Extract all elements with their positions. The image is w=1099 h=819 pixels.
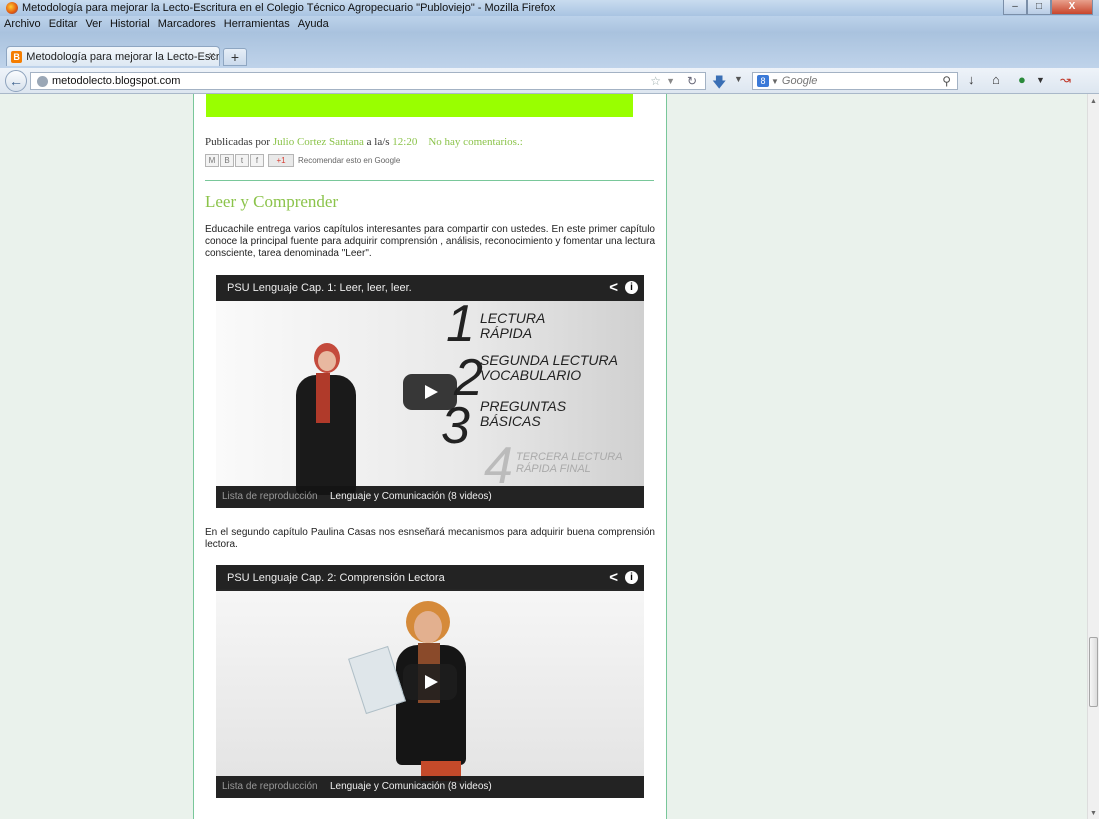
author-link[interactable]: Julio Cortez Santana <box>273 136 364 148</box>
playlist-label: Lista de reproducción <box>222 781 318 792</box>
playlist-name[interactable]: Lenguaje y Comunicación (8 videos) <box>330 781 492 792</box>
video-2-topbar: PSU Lenguaje Cap. 2: Comprensión Lectora… <box>216 565 644 591</box>
scroll-up-arrow-icon[interactable]: ▲ <box>1090 98 1097 105</box>
close-window-button[interactable]: X <box>1051 0 1093 15</box>
post-time-link[interactable]: 12:20 <box>392 136 417 148</box>
published-by-label: Publicadas por <box>205 136 271 148</box>
search-magnifier-icon[interactable]: ⚲ <box>942 73 951 89</box>
search-input[interactable] <box>781 75 922 87</box>
comments-link[interactable]: No hay comentarios.: <box>428 136 522 148</box>
menu-marcadores[interactable]: Marcadores <box>158 18 216 30</box>
window-titlebar: Metodología para mejorar la Lecto-Escrit… <box>0 0 1099 16</box>
maximize-button[interactable]: □ <box>1027 0 1051 15</box>
step-4-number: 4 <box>484 437 513 495</box>
blog-share-icon[interactable]: B <box>220 154 234 167</box>
green-banner <box>206 94 633 117</box>
share-icon[interactable]: < <box>609 279 618 296</box>
email-share-icon[interactable]: M <box>205 154 219 167</box>
post-paragraph-2: En el segundo capítulo Paulina Casas nos… <box>205 527 655 550</box>
play-button[interactable] <box>403 663 457 700</box>
download-arrow-icon[interactable]: 🡇 <box>712 72 726 96</box>
video-player-1[interactable]: 1 LECTURA RÁPIDA 2 SEGUNDA LECTURA VOCAB… <box>216 275 644 508</box>
presenter-figure <box>286 343 366 508</box>
home-icon[interactable]: ⌂ <box>992 72 1000 87</box>
menu-bar: Archivo Editar Ver Historial Marcadores … <box>0 16 1099 32</box>
reload-icon[interactable]: ↻ <box>687 73 697 89</box>
addon-dropdown-icon[interactable]: ▼ <box>1036 75 1045 85</box>
url-text[interactable]: metodolecto.blogspot.com <box>52 75 180 87</box>
video-1-title[interactable]: PSU Lenguaje Cap. 1: Leer, leer, leer. <box>227 282 412 294</box>
site-identity-icon[interactable] <box>37 75 48 87</box>
video-player-2[interactable]: PSU Lenguaje Cap. 2: Comprensión Lectora… <box>216 565 644 798</box>
addon-globe-icon[interactable]: ● <box>1018 72 1026 87</box>
video-2-playlist-bar[interactable]: Lista de reproducción Lenguaje y Comunic… <box>216 776 644 798</box>
url-dropdown-icon[interactable]: ▼ <box>666 73 675 89</box>
navigation-bar: ← metodolecto.blogspot.com ☆ ▼ ↻ 🡇 ▼ 8 ▼… <box>0 68 1099 94</box>
window-title: Metodología para mejorar la Lecto-Escrit… <box>22 2 556 14</box>
at-label: a la/s <box>366 136 390 148</box>
step-1-number: 1 <box>446 295 475 353</box>
share-buttons: M B t f +1 Recomendar esto en Google <box>205 154 400 167</box>
step-1-text: LECTURA RÁPIDA <box>480 310 546 341</box>
step-2-text: SEGUNDA LECTURA VOCABULARIO <box>480 352 618 383</box>
twitter-share-icon[interactable]: t <box>235 154 249 167</box>
video-2-title[interactable]: PSU Lenguaje Cap. 2: Comprensión Lectora <box>227 572 445 584</box>
menu-herramientas[interactable]: Herramientas <box>224 18 290 30</box>
menu-editar[interactable]: Editar <box>49 18 78 30</box>
search-engine-dropdown-icon[interactable]: ▼ <box>771 77 779 86</box>
playlist-name[interactable]: Lenguaje y Comunicación (8 videos) <box>330 491 492 502</box>
post-title[interactable]: Leer y Comprender <box>205 192 338 212</box>
play-button[interactable] <box>403 373 457 410</box>
back-button[interactable]: ← <box>5 70 27 92</box>
vertical-scrollbar[interactable]: ▲ ▼ <box>1087 94 1099 819</box>
firefox-logo-icon <box>6 2 18 14</box>
menu-archivo[interactable]: Archivo <box>4 18 41 30</box>
step-4-text: TERCERA LECTURA RÁPIDA FINAL <box>516 451 623 475</box>
tab-label: Metodología para mejorar la Lecto-Escri.… <box>26 50 219 63</box>
post-footer-meta: Publicadas por Julio Cortez Santana a la… <box>205 136 523 148</box>
tab-bar: B Metodología para mejorar la Lecto-Escr… <box>0 32 1099 68</box>
minimize-button[interactable]: – <box>1003 0 1027 15</box>
video-1-playlist-bar[interactable]: Lista de reproducción Lenguaje y Comunic… <box>216 486 644 508</box>
menu-historial[interactable]: Historial <box>110 18 150 30</box>
video-1-topbar: PSU Lenguaje Cap. 1: Leer, leer, leer. <… <box>216 275 644 301</box>
scroll-down-arrow-icon[interactable]: ▼ <box>1090 810 1097 817</box>
search-engine-icon[interactable]: 8 <box>757 75 769 87</box>
bookmark-star-icon[interactable]: ☆ <box>650 73 661 89</box>
scrollbar-thumb[interactable] <box>1089 637 1098 707</box>
download-dropdown-icon[interactable]: ▼ <box>734 74 743 84</box>
tab-close-button[interactable]: × <box>209 50 215 62</box>
search-bar[interactable]: 8 ▼ ⚲ <box>752 72 958 90</box>
recommend-google-text: Recomendar esto en Google <box>298 156 401 165</box>
window-controls: – □ X <box>1003 0 1093 15</box>
page-viewport: Publicadas por Julio Cortez Santana a la… <box>0 94 1087 819</box>
playlist-label: Lista de reproducción <box>222 491 318 502</box>
blogger-icon: B <box>11 50 23 63</box>
tab-active[interactable]: B Metodología para mejorar la Lecto-Escr… <box>6 46 220 66</box>
post-paragraph-1: Educachile entrega varios capítulos inte… <box>205 224 655 259</box>
menu-ayuda[interactable]: Ayuda <box>298 18 329 30</box>
post-divider <box>205 180 654 181</box>
step-3-text: PREGUNTAS BÁSICAS <box>480 398 567 429</box>
downloads-icon[interactable]: ↓ <box>968 72 975 87</box>
share-icon[interactable]: < <box>609 569 618 586</box>
step-2-number: 2 <box>454 349 483 407</box>
new-tab-button[interactable]: + <box>223 48 247 66</box>
facebook-share-icon[interactable]: f <box>250 154 264 167</box>
info-icon[interactable]: i <box>625 571 638 584</box>
menu-ver[interactable]: Ver <box>85 18 102 30</box>
gplus-share-button[interactable]: +1 <box>268 154 294 167</box>
sparkline-addon-icon[interactable]: ↝ <box>1060 72 1071 88</box>
url-bar[interactable]: metodolecto.blogspot.com ☆ ▼ ↻ <box>30 72 706 90</box>
blog-post-column: Publicadas por Julio Cortez Santana a la… <box>193 94 667 819</box>
info-icon[interactable]: i <box>625 281 638 294</box>
